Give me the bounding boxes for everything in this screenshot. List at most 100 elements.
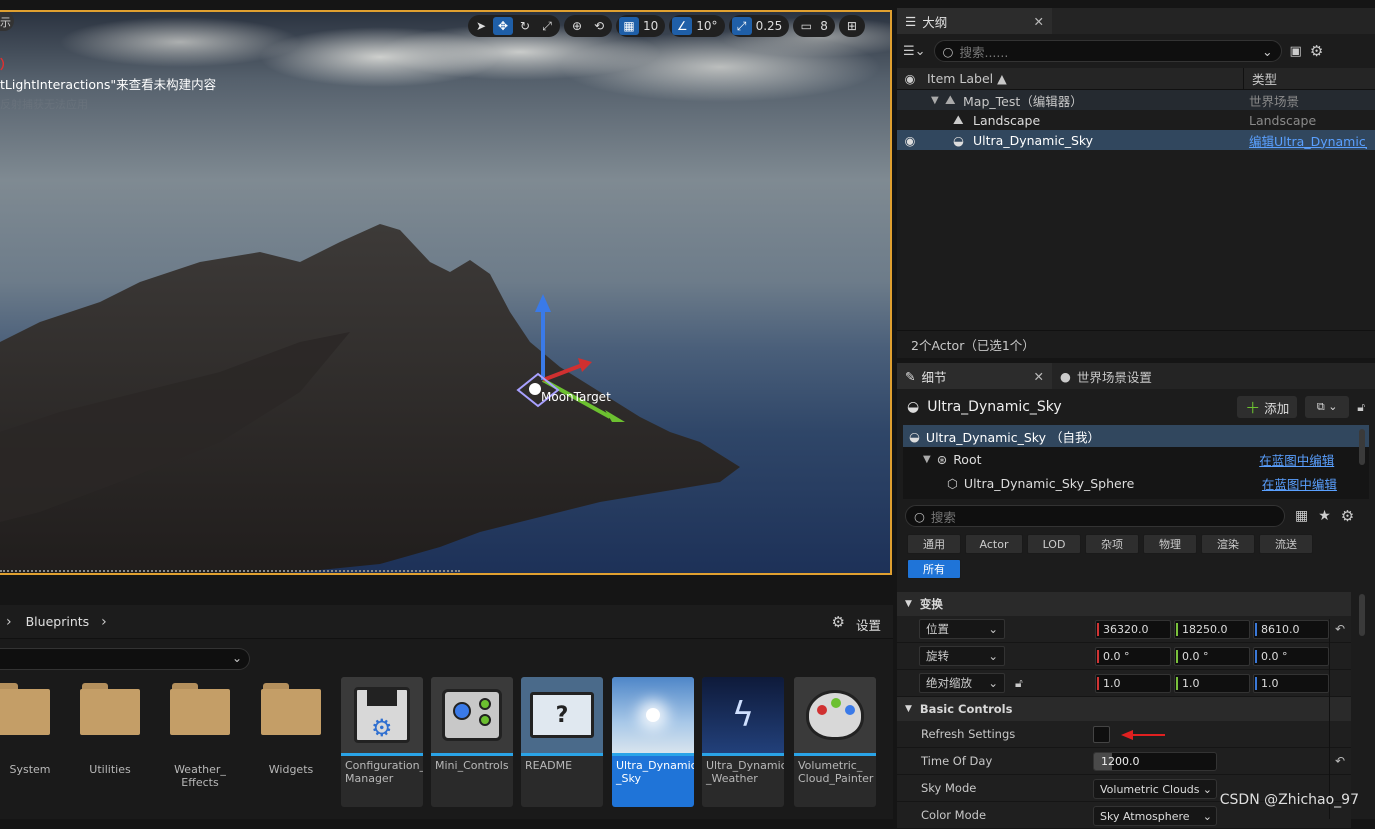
collapse-arrow-icon: ▼ bbox=[905, 704, 912, 714]
tab-world-settings[interactable]: ● 世界场景设置 bbox=[1052, 363, 1160, 389]
column-item-label[interactable]: Item Label ▲ bbox=[923, 71, 1243, 86]
viewport-layout-icon[interactable]: ⊞ bbox=[842, 17, 862, 35]
scale-dropdown[interactable]: 绝对缩放 ⌄ bbox=[919, 673, 1005, 693]
lock-icon[interactable]: 🔓︎ bbox=[1357, 400, 1365, 415]
category-misc[interactable]: 杂项 bbox=[1085, 534, 1139, 554]
asset-volumetric-cloud-painter[interactable]: Volumetric_ Cloud_Painter bbox=[794, 677, 876, 807]
location-dropdown[interactable]: 位置 ⌄ bbox=[919, 619, 1005, 639]
surface-snap-icon[interactable]: ⟲ bbox=[589, 17, 609, 35]
rotate-mode-icon[interactable]: ↻ bbox=[515, 17, 535, 35]
rotation-snap-value[interactable]: 10° bbox=[694, 19, 721, 33]
filter-icon[interactable]: ☰⌄ bbox=[903, 44, 926, 59]
path-filter-dropdown[interactable]: ⌄ bbox=[0, 648, 250, 670]
camera-speed-icon[interactable]: ▭ bbox=[796, 17, 816, 35]
component-row-self[interactable]: ◒ Ultra_Dynamic_Sky （自我） bbox=[903, 425, 1369, 447]
collapse-arrow-icon[interactable]: ▼ bbox=[923, 454, 931, 465]
location-x-field[interactable]: 36320.0 bbox=[1095, 619, 1171, 639]
rotation-z-field[interactable]: 0.0 ° bbox=[1253, 646, 1329, 666]
gear-icon[interactable]: ⚙ bbox=[1341, 507, 1354, 525]
category-rendering[interactable]: 渲染 bbox=[1201, 534, 1255, 554]
select-mode-icon[interactable]: ➤ bbox=[471, 17, 491, 35]
grid-snap-value[interactable]: 10 bbox=[641, 19, 662, 33]
actor-name[interactable]: Ultra_Dynamic_Sky bbox=[927, 399, 1061, 415]
star-icon[interactable]: ★ bbox=[1318, 508, 1331, 524]
close-icon[interactable]: ✕ bbox=[1034, 14, 1044, 29]
blueprint-options-button[interactable]: ⧉ ⌄ bbox=[1305, 396, 1350, 418]
scale-z-field[interactable]: 1.0 bbox=[1253, 673, 1329, 693]
asset-mini-controls[interactable]: Mini_Controls bbox=[431, 677, 513, 807]
folder-utilities[interactable]: Utilities bbox=[75, 683, 145, 776]
edit-in-blueprint-link[interactable]: 在蓝图中编辑 bbox=[1259, 450, 1334, 469]
folder-widgets[interactable]: Widgets bbox=[256, 683, 326, 776]
camera-speed-value[interactable]: 8 bbox=[818, 19, 832, 33]
add-folder-icon[interactable]: ▣ bbox=[1290, 44, 1302, 59]
translate-mode-icon[interactable]: ✥ bbox=[493, 17, 513, 35]
category-all[interactable]: 所有 bbox=[907, 559, 961, 579]
component-row-sphere[interactable]: ⬡ Ultra_Dynamic_Sky_Sphere 在蓝图中编辑 bbox=[903, 471, 1369, 495]
settings-button[interactable]: 设置 bbox=[856, 615, 881, 634]
reset-icon[interactable]: ↶ bbox=[1335, 622, 1345, 636]
tab-outliner[interactable]: ☰ 大纲 ✕ bbox=[897, 8, 1052, 34]
folder-system[interactable]: System bbox=[0, 683, 55, 776]
scale-y-field[interactable]: 1.0 bbox=[1174, 673, 1250, 693]
level-viewport[interactable]: MoonTarget 示 ） tLightInteractions"来查看未构建… bbox=[0, 10, 892, 575]
column-type[interactable]: 类型 bbox=[1243, 67, 1277, 90]
category-lod[interactable]: LOD bbox=[1027, 534, 1081, 554]
visibility-eye-icon[interactable]: ◉ bbox=[897, 133, 923, 148]
tab-details[interactable]: ✎ 细节 ✕ bbox=[897, 363, 1052, 389]
outliner-header: ◉ Item Label ▲ 类型 bbox=[897, 67, 1375, 90]
breadcrumb-blueprints[interactable]: Blueprints bbox=[26, 614, 90, 629]
close-icon[interactable]: ✕ bbox=[1034, 369, 1044, 384]
components-scrollbar[interactable] bbox=[1359, 429, 1365, 465]
rotation-snap-icon[interactable]: ∠ bbox=[672, 17, 693, 35]
scale-x-field[interactable]: 1.0 bbox=[1095, 673, 1171, 693]
add-component-button[interactable]: ＋ 添加 bbox=[1237, 396, 1298, 418]
lock-icon[interactable]: 🔓︎ bbox=[1015, 676, 1023, 691]
outliner-row-map[interactable]: ▼ ⛰ Map_Test（编辑器） 世界场景 bbox=[897, 90, 1375, 110]
category-physics[interactable]: 物理 bbox=[1143, 534, 1197, 554]
color-mode-dropdown[interactable]: Sky Atmosphere ⌄ bbox=[1093, 806, 1217, 826]
category-actor[interactable]: Actor bbox=[965, 534, 1023, 554]
details-scrollbar[interactable] bbox=[1359, 594, 1365, 636]
section-basic-controls[interactable]: ▼ Basic Controls bbox=[897, 697, 1351, 721]
gear-icon[interactable]: ⚙ bbox=[832, 613, 845, 631]
edit-blueprint-link[interactable]: 编辑Ultra_Dynamic_ bbox=[1249, 131, 1367, 150]
outliner-row-landscape[interactable]: ⛰ Landscape Landscape bbox=[897, 110, 1375, 130]
section-transform[interactable]: ▼ 变换 bbox=[897, 592, 1351, 616]
outliner-search-input[interactable]: ○ 搜索...... ⌄ bbox=[933, 40, 1282, 62]
rotation-x-field[interactable]: 0.0 ° bbox=[1095, 646, 1171, 666]
details-search-input[interactable]: ○ 搜索 bbox=[905, 505, 1285, 527]
rotation-y-field[interactable]: 0.0 ° bbox=[1174, 646, 1250, 666]
collapse-arrow-icon[interactable]: ▼ bbox=[931, 95, 945, 106]
grid-snap-icon[interactable]: ▦ bbox=[619, 17, 639, 35]
asset-configuration-manager[interactable]: ⚙ Configuration_ Manager bbox=[341, 677, 423, 807]
table-view-icon[interactable]: ▦ bbox=[1295, 508, 1308, 524]
scale-mode-icon[interactable]: ⤢ bbox=[537, 17, 557, 35]
reset-icon[interactable]: ↶ bbox=[1335, 754, 1345, 768]
asset-ultra-dynamic-weather[interactable]: ϟ Ultra_Dynamic _Weather bbox=[702, 677, 784, 807]
visibility-header-icon[interactable]: ◉ bbox=[897, 71, 923, 86]
rotation-dropdown[interactable]: 旋转 ⌄ bbox=[919, 646, 1005, 666]
gear-icon[interactable]: ⚙ bbox=[1310, 42, 1323, 60]
refresh-settings-checkbox[interactable] bbox=[1093, 726, 1110, 743]
asset-ultra-dynamic-sky[interactable]: Ultra_Dynamic _Sky bbox=[612, 677, 694, 807]
world-space-icon[interactable]: ⊕ bbox=[567, 17, 587, 35]
location-y-field[interactable]: 18250.0 bbox=[1174, 619, 1250, 639]
scale-snap-value[interactable]: 0.25 bbox=[754, 19, 787, 33]
scale-snap-icon[interactable]: ⤢ bbox=[731, 17, 752, 35]
folder-weather-effects[interactable]: Weather_ Effects bbox=[165, 683, 235, 789]
asset-readme[interactable]: ? README bbox=[521, 677, 603, 807]
location-z-field[interactable]: 8610.0 bbox=[1253, 619, 1329, 639]
time-of-day-slider[interactable]: 1200.0 bbox=[1093, 752, 1217, 771]
chevron-down-icon: ⌄ bbox=[1202, 782, 1212, 796]
component-row-root[interactable]: ▼ ⊛ Root 在蓝图中编辑 bbox=[903, 447, 1369, 471]
category-streaming[interactable]: 流送 bbox=[1259, 534, 1313, 554]
breadcrumb-chevron-icon[interactable]: › bbox=[6, 614, 12, 630]
outliner-row-ultra-dynamic-sky[interactable]: ◉ ◒ Ultra_Dynamic_Sky 编辑Ultra_Dynamic_ bbox=[897, 130, 1375, 150]
component-label: Ultra_Dynamic_Sky_Sphere bbox=[963, 475, 1135, 491]
category-general[interactable]: 通用 bbox=[907, 534, 961, 554]
blueprint-actor-icon: ◒ bbox=[953, 132, 964, 148]
breadcrumb-chevron-icon[interactable]: › bbox=[101, 614, 107, 630]
sky-mode-dropdown[interactable]: Volumetric Clouds ⌄ bbox=[1093, 779, 1217, 799]
edit-in-blueprint-link[interactable]: 在蓝图中编辑 bbox=[1262, 474, 1337, 493]
